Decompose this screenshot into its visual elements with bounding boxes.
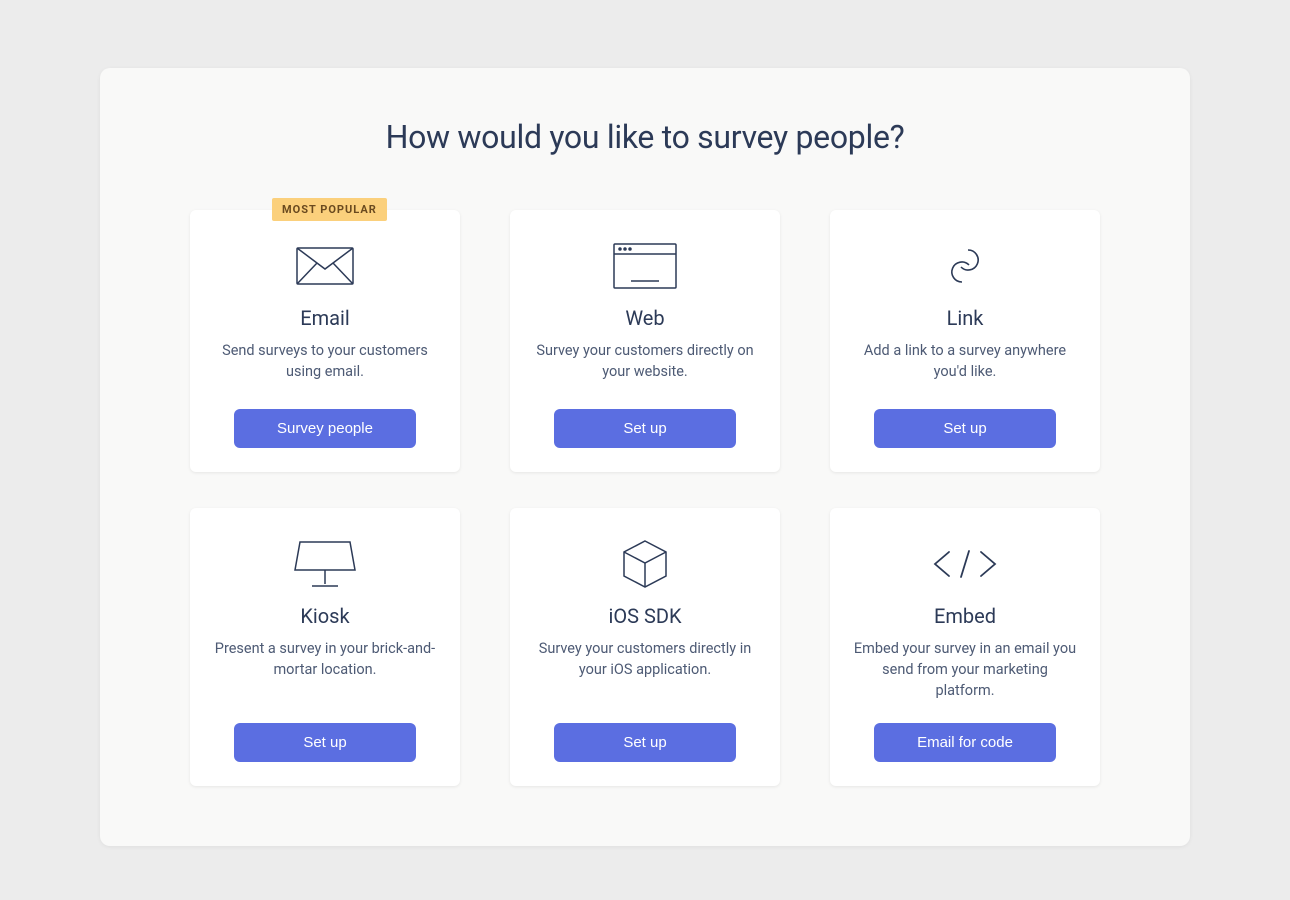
- card-link: Link Add a link to a survey anywhere you…: [830, 210, 1100, 472]
- card-title: Email: [300, 306, 350, 330]
- card-kiosk: Kiosk Present a survey in your brick-and…: [190, 508, 460, 786]
- card-title: iOS SDK: [608, 604, 681, 628]
- envelope-icon: [296, 238, 354, 294]
- card-description: Add a link to a survey anywhere you'd li…: [852, 340, 1078, 387]
- card-email: MOST POPULAR Email Send surveys to your …: [190, 210, 460, 472]
- card-title: Embed: [934, 604, 996, 628]
- card-web: Web Survey your customers directly on yo…: [510, 210, 780, 472]
- email-for-code-button[interactable]: Email for code: [874, 723, 1056, 762]
- card-description: Survey your customers directly on your w…: [532, 340, 758, 387]
- kiosk-icon: [294, 536, 356, 592]
- set-up-button[interactable]: Set up: [554, 409, 736, 448]
- card-description: Survey your customers directly in your i…: [532, 638, 758, 701]
- browser-window-icon: [613, 238, 677, 294]
- card-embed: Embed Embed your survey in an email you …: [830, 508, 1100, 786]
- card-title: Kiosk: [300, 604, 349, 628]
- card-description: Embed your survey in an email you send f…: [852, 638, 1078, 701]
- set-up-button[interactable]: Set up: [874, 409, 1056, 448]
- code-icon: [931, 536, 999, 592]
- card-ios-sdk: iOS SDK Survey your customers directly i…: [510, 508, 780, 786]
- card-title: Web: [625, 306, 664, 330]
- page-title: How would you like to survey people?: [160, 118, 1130, 156]
- cube-icon: [622, 536, 668, 592]
- cards-grid: MOST POPULAR Email Send surveys to your …: [160, 210, 1130, 786]
- set-up-button[interactable]: Set up: [554, 723, 736, 762]
- card-description: Send surveys to your customers using ema…: [212, 340, 438, 387]
- card-description: Present a survey in your brick-and-morta…: [212, 638, 438, 701]
- most-popular-badge: MOST POPULAR: [272, 198, 387, 221]
- survey-channel-panel: How would you like to survey people? MOS…: [100, 68, 1190, 846]
- set-up-button[interactable]: Set up: [234, 723, 416, 762]
- link-icon: [940, 238, 990, 294]
- card-title: Link: [947, 306, 984, 330]
- survey-people-button[interactable]: Survey people: [234, 409, 416, 448]
